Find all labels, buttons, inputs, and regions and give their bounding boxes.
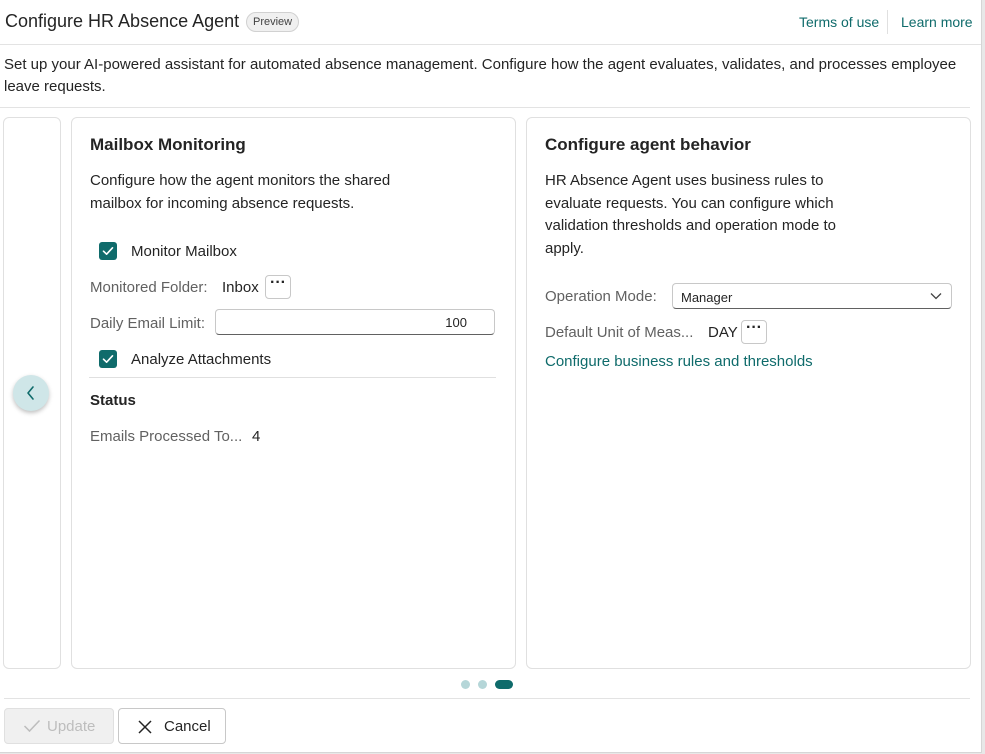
behavior-card-title: Configure agent behavior <box>545 135 751 154</box>
panel-header: Configure HR Absence Agent Preview Terms… <box>0 0 981 45</box>
operation-mode-label: Operation Mode: <box>545 288 657 305</box>
daily-email-limit-input[interactable]: 100 <box>215 309 495 335</box>
terms-of-use-link[interactable]: Terms of use <box>799 14 879 30</box>
default-unit-value: DAY <box>708 324 738 341</box>
operation-mode-value: Manager <box>681 290 733 305</box>
cancel-button-label: Cancel <box>164 718 211 735</box>
checkmark-icon <box>102 355 114 363</box>
more-horizontal-icon: ··· <box>270 274 286 291</box>
carousel-previous-button[interactable] <box>13 375 49 411</box>
status-divider <box>89 377 496 378</box>
daily-email-limit-label: Daily Email Limit: <box>90 315 206 332</box>
chevron-left-icon <box>27 386 34 400</box>
behavior-card-description: HR Absence Agent uses business rules to … <box>545 172 837 257</box>
status-heading: Status <box>90 392 136 409</box>
configure-agent-panel: Configure HR Absence Agent Preview Terms… <box>0 0 982 753</box>
monitored-folder-more-button[interactable]: ··· <box>265 275 291 299</box>
chevron-down-icon <box>930 293 942 300</box>
footer-divider <box>4 698 970 699</box>
header-divider <box>887 10 888 34</box>
monitored-folder-label: Monitored Folder: <box>90 279 208 296</box>
dismiss-icon <box>138 720 152 734</box>
monitored-folder-value: Inbox <box>222 279 259 296</box>
monitor-mailbox-checkbox[interactable] <box>99 242 117 260</box>
cancel-button[interactable]: Cancel <box>118 708 226 744</box>
checkmark-icon <box>102 247 114 255</box>
carousel-dot-3-active[interactable] <box>495 680 513 689</box>
more-horizontal-icon: ··· <box>746 319 762 336</box>
analyze-attachments-checkbox[interactable] <box>99 350 117 368</box>
operation-mode-dropdown[interactable]: Manager <box>672 283 952 309</box>
panel-title: Configure HR Absence Agent <box>5 11 240 31</box>
learn-more-link[interactable]: Learn more <box>901 14 973 30</box>
panel-description: Set up your AI-powered assistant for aut… <box>4 56 957 95</box>
mailbox-card-title: Mailbox Monitoring <box>90 135 246 154</box>
configure-rules-link[interactable]: Configure business rules and thresholds <box>545 353 813 370</box>
mailbox-card-description: Configure how the agent monitors the sha… <box>90 172 391 212</box>
analyze-attachments-label: Analyze Attachments <box>131 351 272 368</box>
carousel-dot-1[interactable] <box>461 680 470 689</box>
default-unit-label: Default Unit of Meas... <box>545 324 694 341</box>
emails-processed-label: Emails Processed To... <box>90 428 243 445</box>
update-button[interactable]: Update <box>4 708 114 744</box>
description-divider <box>0 107 970 108</box>
checkmark-icon <box>23 719 41 733</box>
default-unit-more-button[interactable]: ··· <box>741 320 767 344</box>
update-button-label: Update <box>47 718 96 735</box>
carousel-dot-2[interactable] <box>478 680 487 689</box>
monitor-mailbox-label: Monitor Mailbox <box>131 243 237 260</box>
emails-processed-value: 4 <box>252 428 261 445</box>
preview-badge: Preview <box>246 12 300 32</box>
